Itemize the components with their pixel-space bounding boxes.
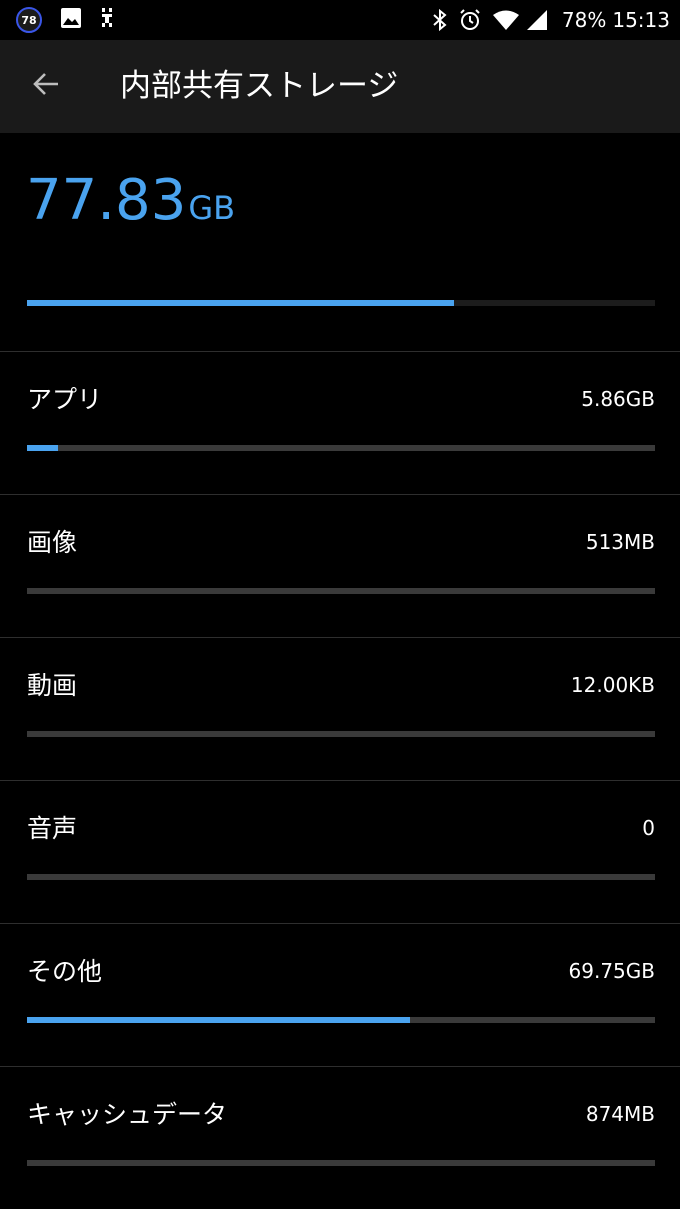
category-usage-bar bbox=[27, 1017, 655, 1023]
page-title: 内部共有ストレージ bbox=[120, 68, 399, 104]
category-size: 0 bbox=[642, 816, 655, 840]
category-usage-bar bbox=[27, 874, 655, 880]
category-row[interactable]: キャッシュデータ 874MB bbox=[0, 1066, 680, 1209]
notification-badge-icon: 78 bbox=[16, 7, 42, 33]
battery-percent: 78% bbox=[561, 8, 607, 32]
category-size: 69.75GB bbox=[568, 959, 655, 983]
category-usage-bar bbox=[27, 731, 655, 737]
category-row[interactable]: 音声 0 bbox=[0, 780, 680, 923]
arrow-back-icon bbox=[32, 70, 60, 102]
category-usage-bar bbox=[27, 1160, 655, 1166]
clock: 15:13 bbox=[612, 8, 670, 32]
category-size: 12.00KB bbox=[570, 673, 655, 697]
alarm-icon bbox=[458, 8, 482, 32]
back-button[interactable] bbox=[22, 62, 70, 110]
total-used-value: 77.83 bbox=[26, 168, 187, 233]
image-icon bbox=[60, 7, 82, 33]
category-row[interactable]: 画像 513MB bbox=[0, 494, 680, 637]
category-usage-bar-fill bbox=[27, 445, 59, 451]
status-bar: 78 78% 15:13 bbox=[0, 0, 680, 40]
category-usage-bar bbox=[27, 445, 655, 451]
total-usage-bar bbox=[27, 300, 655, 306]
category-row[interactable]: 動画 12.00KB bbox=[0, 637, 680, 780]
usb-debug-icon bbox=[100, 7, 114, 33]
signal-icon bbox=[526, 9, 548, 31]
category-size: 5.86GB bbox=[581, 387, 655, 411]
wifi-icon bbox=[492, 9, 520, 31]
category-usage-bar bbox=[27, 588, 655, 594]
category-label: 動画 bbox=[27, 671, 78, 700]
category-label: キャッシュデータ bbox=[27, 1100, 228, 1129]
bluetooth-icon bbox=[432, 8, 448, 32]
status-system: 78% 15:13 bbox=[432, 5, 670, 35]
category-row[interactable]: その他 69.75GB bbox=[0, 923, 680, 1066]
category-row[interactable]: アプリ 5.86GB bbox=[0, 351, 680, 494]
app-toolbar: 内部共有ストレージ bbox=[0, 40, 680, 133]
category-label: その他 bbox=[27, 957, 103, 986]
category-label: 画像 bbox=[27, 528, 78, 557]
total-used-unit: GB bbox=[188, 189, 236, 227]
category-list: アプリ 5.86GB 画像 513MB 動画 12.00KB 音声 0 その他 69.75GB キャ… bbox=[0, 351, 680, 1209]
total-usage-bar-fill bbox=[27, 300, 455, 306]
category-size: 513MB bbox=[585, 530, 655, 554]
category-label: 音声 bbox=[27, 814, 78, 843]
category-label: アプリ bbox=[27, 385, 103, 414]
category-usage-bar-fill bbox=[27, 1017, 411, 1023]
category-size: 874MB bbox=[585, 1102, 655, 1126]
total-used: 77.83GB bbox=[26, 168, 235, 233]
status-notifications: 78 bbox=[16, 7, 114, 33]
